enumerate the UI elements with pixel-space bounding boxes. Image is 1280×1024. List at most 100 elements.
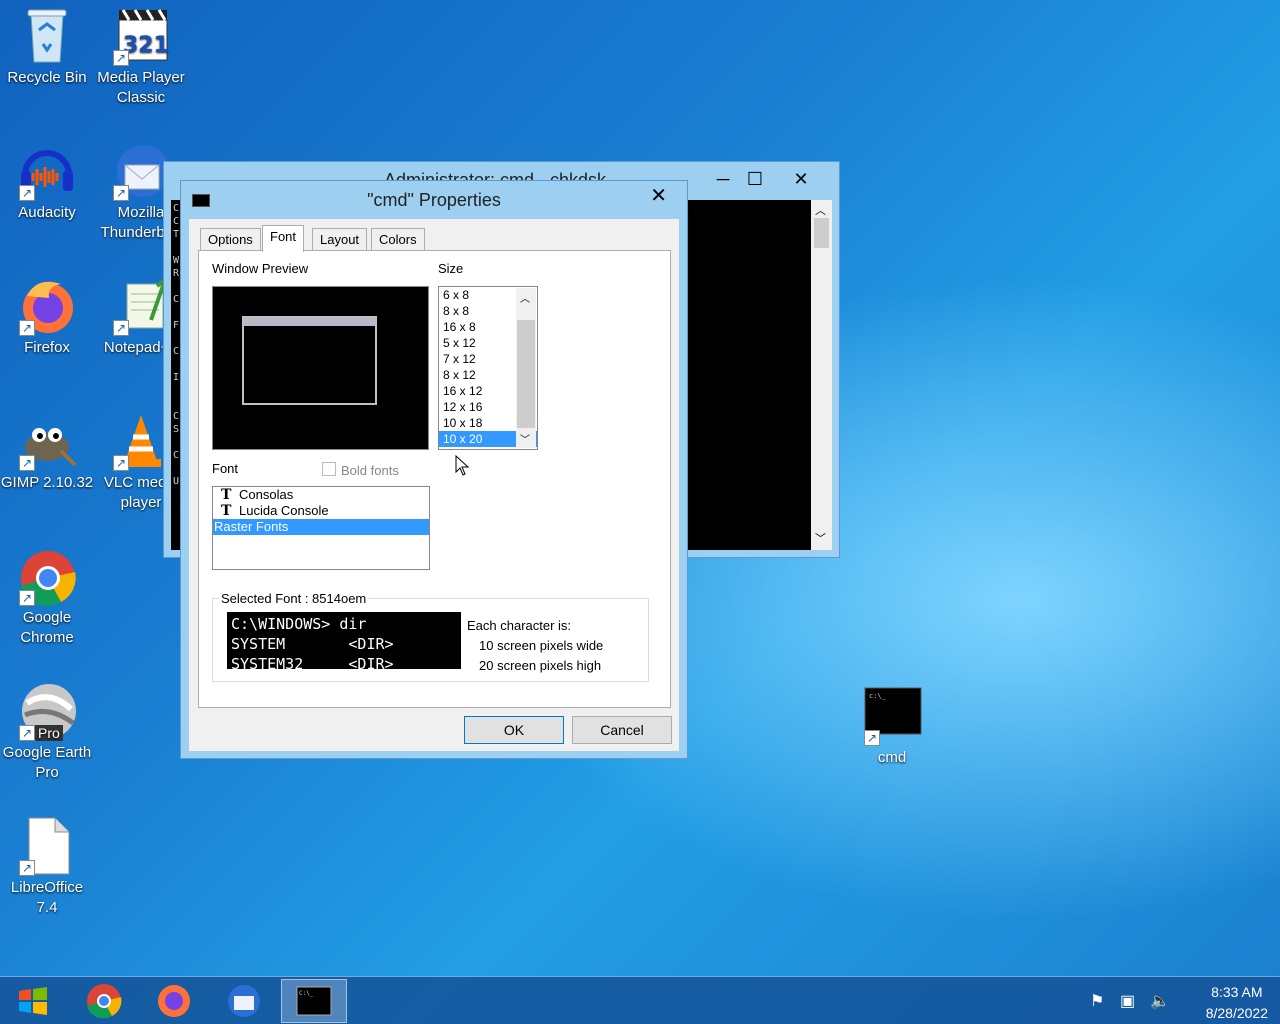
desktop-icon-audacity[interactable]: ↗ Audacity	[0, 141, 95, 223]
taskbar-cmd[interactable]: C:\_	[281, 979, 347, 1023]
shortcut-arrow-icon: ↗	[113, 455, 129, 471]
size-label: Size	[438, 261, 464, 276]
selected-font-label: Selected Font : 8514oem	[219, 591, 369, 606]
shortcut-arrow-icon: ↗	[19, 455, 35, 471]
each-char-label: Each character is:	[467, 618, 572, 633]
svg-text:c:\_: c:\_	[869, 692, 887, 700]
truetype-icon: T	[221, 487, 232, 503]
preview-title-bar	[244, 318, 375, 326]
desktop-icon-media-player-classic[interactable]: 321 ↗ Media Player Classic	[93, 6, 189, 108]
size-list[interactable]: 6 x 88 x 8 16 x 85 x 12 7 x 12 8 x 12 16 x 1…	[438, 286, 538, 450]
sample-line: C:\WINDOWS> dir	[231, 615, 367, 633]
svg-text:C:\_: C:\_	[299, 990, 314, 997]
font-item-label: Consolas	[239, 487, 294, 502]
font-item-lucida-console[interactable]: T Lucida Console	[213, 503, 429, 519]
dialog-title: "cmd" Properties	[367, 190, 501, 210]
font-item-raster-fonts[interactable]: Raster Fonts	[213, 519, 429, 535]
svg-text:321: 321	[123, 33, 169, 58]
font-sample: C:\WINDOWS> dir SYSTEM <DIR> SYSTEM32 <DIR…	[227, 612, 461, 669]
shortcut-arrow-icon: ↗	[19, 860, 35, 876]
scroll-thumb[interactable]	[814, 218, 829, 248]
pixels-wide-label: 10 screen pixels wide	[479, 638, 604, 653]
preview-window	[242, 316, 377, 405]
shortcut-arrow-icon: ↗	[864, 730, 880, 746]
network-icon[interactable]: ▣	[1120, 991, 1135, 1011]
desktop-icon-label: Google Earth Pro	[2, 744, 92, 781]
shortcut-arrow-icon: ↗	[19, 590, 35, 606]
volume-muted-icon[interactable]: 🔈	[1150, 991, 1170, 1011]
console-scrollbar[interactable]: ︿ ﹀	[811, 200, 832, 550]
scroll-down-icon[interactable]: ﹀	[815, 530, 826, 546]
scroll-up-icon[interactable]: ︿	[815, 202, 826, 218]
maximize-button[interactable]: ☐	[738, 166, 772, 192]
libreoffice-icon: ↗	[17, 816, 77, 876]
desktop-icon-label: cmd	[877, 749, 907, 766]
media-player-classic-icon: 321 ↗	[111, 6, 171, 66]
desktop-icon-google-earth-pro[interactable]: ↗ Pro Google Earth Pro	[0, 681, 95, 783]
desktop-icon-google-chrome[interactable]: ↗ Google Chrome	[0, 546, 95, 648]
taskbar: C:\_ ⚑ ▣ 🔈 8:33 AM 8/28/2022	[0, 976, 1280, 1024]
recycle-bin-icon	[17, 6, 77, 66]
scroll-thumb[interactable]	[517, 320, 535, 428]
close-button[interactable]: ✕	[784, 166, 818, 192]
dialog-client: Options Font Layout Colors Window Previe…	[189, 219, 679, 751]
desktop-icon-firefox[interactable]: ↗ Firefox	[0, 276, 95, 358]
pixels-high-label: 20 screen pixels high	[479, 658, 602, 673]
desktop-icon-label: Google Chrome	[20, 609, 74, 646]
taskbar-thunderbird[interactable]	[211, 979, 277, 1023]
firefox-icon: ↗	[17, 276, 77, 336]
cmd-icon: C:\_	[296, 986, 332, 1016]
properties-dialog: "cmd" Properties ✕ Options Font Layout C…	[180, 180, 688, 759]
shortcut-arrow-icon: ↗	[113, 185, 129, 201]
desktop-icon-libreoffice[interactable]: ↗ LibreOffice 7.4	[0, 816, 95, 918]
scroll-down-icon[interactable]: ﹀	[520, 431, 530, 446]
desktop-icon-recycle-bin[interactable]: Recycle Bin	[0, 6, 95, 88]
taskbar-firefox[interactable]	[141, 979, 207, 1023]
tab-layout[interactable]: Layout	[312, 228, 368, 251]
font-item-consolas[interactable]: T Consolas	[213, 487, 429, 503]
tab-colors[interactable]: Colors	[371, 228, 425, 251]
tab-options[interactable]: Options	[200, 228, 261, 251]
close-button[interactable]: ✕	[650, 185, 667, 207]
notepadpp-icon: ↗	[111, 274, 171, 336]
shortcut-arrow-icon: ↗	[19, 320, 35, 336]
shortcut-arrow-icon: ↗	[113, 320, 129, 336]
font-item-label: Raster Fonts	[214, 519, 289, 534]
ok-button[interactable]: OK	[464, 716, 564, 744]
font-tab-panel: Window Preview Size 6 x 88 x 8 16 x 85 x …	[198, 250, 671, 708]
clock-date: 8/28/2022	[1205, 1005, 1268, 1021]
cancel-button[interactable]: Cancel	[572, 716, 672, 744]
sample-line: SYSTEM32 <DIR>	[231, 655, 394, 669]
truetype-icon: T	[221, 503, 232, 519]
tab-font[interactable]: Font	[262, 225, 305, 252]
bold-fonts-checkbox[interactable]	[322, 462, 336, 476]
minimize-button[interactable]: ─	[706, 166, 740, 192]
desktop-icon-cmd[interactable]: c:\_ ↗ cmd	[844, 686, 940, 768]
shortcut-arrow-icon: ↗	[113, 50, 129, 66]
taskbar-chrome[interactable]	[71, 979, 137, 1023]
desktop-icon-label: Audacity	[18, 204, 76, 221]
pro-badge: Pro	[35, 725, 63, 741]
desktop-icon-label: Recycle Bin	[7, 69, 87, 86]
window-preview-label: Window Preview	[212, 261, 309, 276]
bold-fonts-label: Bold fonts	[341, 463, 399, 478]
action-center-flag-icon[interactable]: ⚑	[1090, 991, 1104, 1011]
font-item-label: Lucida Console	[239, 503, 329, 518]
font-list[interactable]: T Consolas T Lucida Console Raster Fonts	[212, 486, 430, 570]
gimp-icon: ↗	[17, 411, 77, 471]
thunderbird-icon	[228, 985, 260, 1017]
clock[interactable]: 8:33 AM 8/28/2022	[1206, 982, 1268, 1024]
selected-font-group: Selected Font : 8514oem C:\WINDOWS> dir S…	[212, 591, 649, 682]
size-scrollbar[interactable]: ︿ ﹀	[516, 288, 536, 448]
google-earth-icon: ↗ Pro	[17, 681, 77, 741]
shortcut-arrow-icon: ↗	[19, 185, 35, 201]
window-preview	[212, 286, 429, 450]
start-button[interactable]	[0, 979, 66, 1023]
desktop-icon-label: GIMP 2.10.32	[0, 474, 94, 491]
desktop-icon-gimp[interactable]: ↗ GIMP 2.10.32	[0, 411, 95, 493]
clock-time: 8:33 AM	[1211, 984, 1263, 1000]
windows-logo-icon	[19, 987, 47, 1015]
firefox-icon	[158, 985, 190, 1017]
desktop-icon-label: Firefox	[24, 339, 70, 356]
scroll-up-icon[interactable]: ︿	[520, 290, 530, 305]
